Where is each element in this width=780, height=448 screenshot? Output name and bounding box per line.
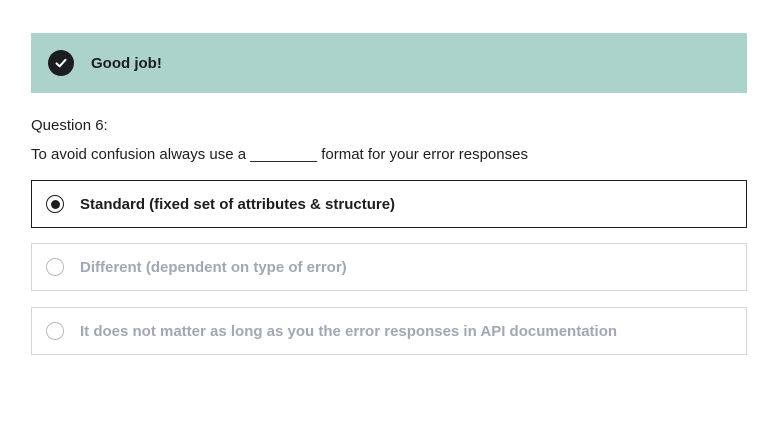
answer-option-does-not-matter[interactable]: It does not matter as long as you the er… bbox=[31, 307, 747, 355]
feedback-message: Good job! bbox=[91, 54, 162, 72]
answer-option-standard[interactable]: Standard (fixed set of attributes & stru… bbox=[31, 180, 747, 228]
feedback-banner: Good job! bbox=[31, 33, 747, 93]
question-number: Question 6: bbox=[31, 117, 108, 134]
radio-button[interactable] bbox=[46, 258, 64, 276]
radio-button-selected[interactable] bbox=[46, 195, 64, 213]
answer-option-different[interactable]: Different (dependent on type of error) bbox=[31, 243, 747, 291]
radio-dot bbox=[50, 199, 60, 209]
answer-option-label: It does not matter as long as you the er… bbox=[80, 322, 618, 340]
radio-button[interactable] bbox=[46, 322, 64, 340]
answer-option-label: Different (dependent on type of error) bbox=[80, 258, 347, 276]
answer-option-label: Standard (fixed set of attributes & stru… bbox=[80, 195, 396, 213]
question-prompt: To avoid confusion always use a ________… bbox=[31, 146, 528, 163]
check-circle-icon bbox=[48, 50, 74, 76]
